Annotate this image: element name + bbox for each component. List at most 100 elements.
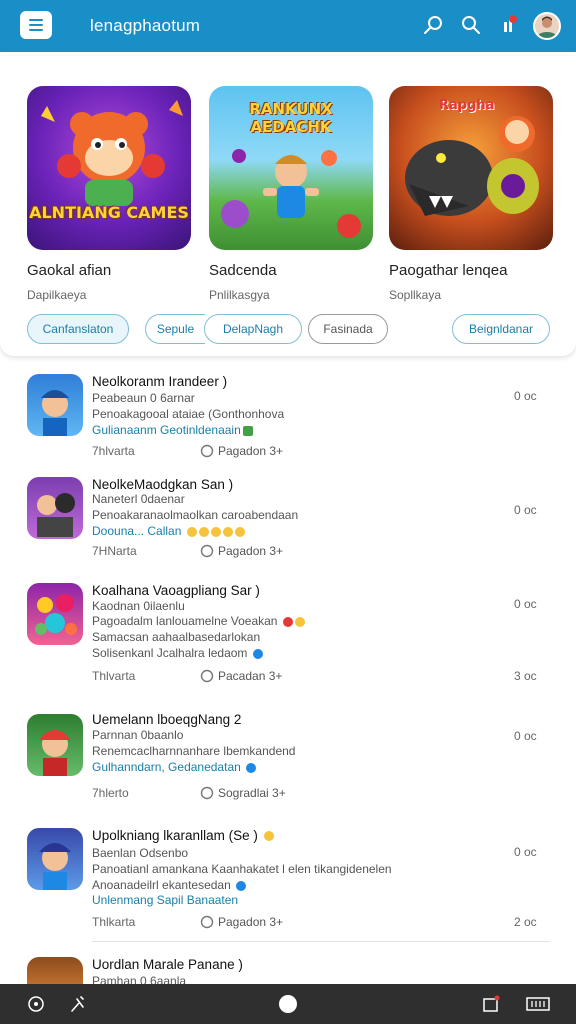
featured-subtitle: Dapilkaeya: [27, 288, 87, 302]
app-bar: lenagphaotum: [0, 0, 576, 52]
keyboard-icon[interactable]: [525, 994, 551, 1014]
item-rating-text: Pagadon 3+: [218, 915, 284, 929]
chip-canfanslaton[interactable]: Canfanslaton: [27, 314, 129, 344]
menu-icon[interactable]: [20, 11, 52, 39]
item-subtitle: Naneterl 0daenar: [92, 492, 185, 506]
item-title: Neolkoranm Irandeer ): [92, 374, 228, 389]
comment-icon: [200, 544, 214, 558]
item-description: Panoatianl amankana Kaanhakatet l elen t…: [92, 862, 392, 876]
emoji-icon: [236, 880, 247, 891]
item-subtitle: Kaodnan 0ilaenlu: [92, 599, 185, 613]
back-icon[interactable]: [26, 994, 46, 1014]
emoji-icon: [234, 526, 245, 537]
app-icon[interactable]: [27, 583, 83, 645]
app-icon[interactable]: [27, 714, 83, 776]
chip-sepule[interactable]: Sepule: [145, 314, 205, 344]
item-description-2-text: Anoanadeilrl ekantesedan: [92, 878, 231, 892]
item-meta: 7HNarta: [92, 544, 137, 558]
item-title: Uordlan Marale Panane ): [92, 957, 243, 972]
item-tags-text: Doouna... Callan: [92, 524, 182, 538]
item-rating-text: Pacadan 3+: [218, 669, 283, 683]
item-right-value: 0 oc: [514, 597, 537, 611]
emoji-icon: [294, 616, 305, 627]
featured-section: ALNTIANG CAMES Gaokal afian Dapilkaeya R…: [0, 56, 576, 356]
home-icon[interactable]: [277, 994, 299, 1014]
featured-card[interactable]: Rapgha Paogathar lenqea Sopllkaya: [389, 86, 553, 302]
item-tags: Gulhanndarn, Gedanedatan: [92, 760, 257, 774]
item-meta: Thlkarta: [92, 915, 136, 929]
item-rating-text: Sogradlai 3+: [218, 786, 286, 800]
item-description: Penoakagooal ataiae (Gonthonhova: [92, 407, 285, 421]
featured-title: Sadcenda: [209, 262, 277, 279]
avatar[interactable]: [533, 12, 561, 40]
emoji-icon: [263, 831, 274, 842]
item-title: Koalhana Vaoagpliang Sar ): [92, 583, 260, 598]
chip-delapnagh[interactable]: DelapNagh: [204, 314, 302, 344]
item-title: Uemelann lboeqgNang 2: [92, 712, 242, 727]
featured-thumbnail[interactable]: ALNTIANG CAMES: [27, 86, 191, 250]
chip-beignldanar[interactable]: Beignldanar: [452, 314, 550, 344]
app-title: lenagphaotum: [90, 16, 201, 35]
emoji-icon: [210, 526, 221, 537]
featured-card[interactable]: RANKUNX AEDACHK Sadcenda Pnlilkasgya: [209, 86, 373, 302]
featured-subtitle: Pnlilkasgya: [209, 288, 270, 302]
item-tags-text: Gulhanndarn, Gedanedatan: [92, 760, 241, 774]
chip-fasinada[interactable]: Fasinada: [308, 314, 388, 344]
item-right-value: 0 oc: [514, 503, 537, 517]
recents-icon[interactable]: [481, 994, 501, 1014]
item-tags-text: Gulianaanm Geotinldenaain: [92, 423, 241, 437]
item-rating-text: Pagadon 3+: [218, 444, 284, 458]
item-title: Upolkniang lkaranllam (Se ): [92, 828, 274, 843]
item-rating: Pagadon 3+: [200, 444, 283, 458]
item-right-value: 0 oc: [514, 845, 537, 859]
item-description-2: Anoanadeilrl ekantesedan: [92, 878, 247, 892]
item-meta: 7hlvarta: [92, 444, 135, 458]
item-right-value: 0 oc: [514, 729, 537, 743]
item-description-text: Pagoadalm lanlouamelne Voeakan: [92, 614, 278, 628]
featured-subtitle: Sopllkaya: [389, 288, 442, 302]
notification-icon[interactable]: [496, 12, 522, 38]
emoji-icon: [186, 526, 197, 537]
search-icon[interactable]: [458, 12, 484, 38]
search-icon[interactable]: [420, 12, 446, 38]
divider: [92, 941, 550, 942]
comment-icon: [200, 444, 214, 458]
featured-title: Paogathar lenqea: [389, 262, 508, 279]
emoji-icon: [222, 526, 233, 537]
app-icon[interactable]: [27, 828, 83, 890]
item-title: NeolkeMaodgkan San ): [92, 477, 234, 492]
emoji-icon: [246, 762, 257, 773]
comment-icon: [200, 915, 214, 929]
emoji-icon: [198, 526, 209, 537]
item-tags: Gulianaanm Geotinldenaain: [92, 423, 253, 437]
item-meta: 7hlerto: [92, 786, 129, 800]
comment-icon: [200, 669, 214, 683]
item-description: Renemcaclharnnanhare lbemkandend: [92, 744, 296, 758]
item-right-value-2: 3 oc: [514, 669, 537, 683]
item-tags: Solisenkanl Jcalhalra ledaom: [92, 646, 263, 660]
app-icon[interactable]: [27, 957, 83, 986]
featured-banner-text: Rapgha: [439, 98, 495, 113]
emoji-icon: [252, 648, 263, 659]
item-subtitle: Peabeaun 0 6arnar: [92, 391, 195, 405]
item-right-value-2: 2 oc: [514, 915, 537, 929]
item-meta: Thlvarta: [92, 669, 136, 683]
item-rating-text: Pagadon 3+: [218, 544, 284, 558]
item-rating: Pagadon 3+: [200, 915, 283, 929]
item-description: Penoakaranaolmaolkan caroabendaan: [92, 508, 299, 522]
item-tags-text: Solisenkanl Jcalhalra ledaom: [92, 646, 248, 660]
bottom-nav: [0, 984, 576, 1024]
app-icon[interactable]: [27, 374, 83, 436]
item-rating: Pagadon 3+: [200, 544, 283, 558]
comment-icon: [200, 786, 214, 800]
featured-card[interactable]: ALNTIANG CAMES Gaokal afian Dapilkaeya: [27, 86, 191, 302]
featured-banner-text: RANKUNX AEDACHK: [249, 100, 333, 136]
app-icon[interactable]: [27, 477, 83, 539]
item-description: Pagoadalm lanlouamelne Voeakan: [92, 614, 305, 628]
featured-thumbnail[interactable]: RANKUNX AEDACHK: [209, 86, 373, 250]
tools-icon[interactable]: [68, 994, 88, 1014]
item-tags: Unlenmang Sapil Banaaten: [92, 893, 239, 907]
item-tags: Doouna... Callan: [92, 524, 245, 538]
featured-thumbnail[interactable]: Rapgha: [389, 86, 553, 250]
item-rating: Sogradlai 3+: [200, 786, 286, 800]
